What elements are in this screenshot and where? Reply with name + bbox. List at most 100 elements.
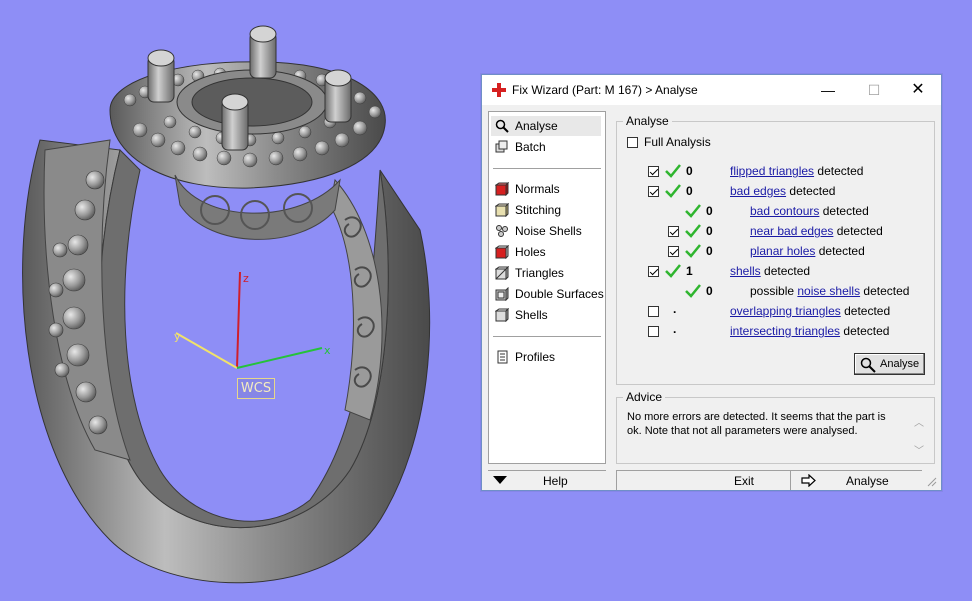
bad-contours-link[interactable]: bad contours [750,204,819,218]
full-analysis-checkbox[interactable] [627,137,638,148]
profiles-icon [497,350,508,364]
intersecting-triangles-checkbox[interactable] [648,326,659,337]
flipped-triangles-count: 0 [686,164,693,178]
nav-item-label: Shells [515,308,548,322]
batch-icon [495,140,508,153]
near-bad-edges-row: near bad edges detected [750,224,883,238]
shells-checkbox[interactable] [648,266,659,277]
nav-item-batch[interactable]: Batch [491,137,601,157]
bad-contours-count: 0 [706,204,713,218]
nav-item-label: Stitching [515,203,562,217]
shells-count: 1 [686,264,693,278]
overlapping-triangles-status: . [673,302,677,316]
green-check-icon [665,184,681,198]
nav-item-double-surfaces[interactable]: Double Surfaces [491,284,604,304]
nav-item-normals[interactable]: Normals [491,179,601,199]
triangles-cube-icon [495,266,509,280]
green-check-icon [685,284,701,298]
exit-button[interactable]: Exit [616,470,790,490]
advice-group-title: Advice [623,390,666,404]
nav-item-label: Holes [515,245,546,259]
flipped-triangles-link[interactable]: flipped triangles [730,164,814,178]
bad-edges-checkbox[interactable] [648,186,659,197]
arrow-right-icon [801,474,816,487]
noise-shells-row: possible noise shells detected [750,284,910,298]
intersecting-triangles-row: intersecting triangles detected [730,324,890,338]
window-title: Fix Wizard (Part: M 167) > Analyse [512,83,698,97]
planar-holes-row: planar holes detected [750,244,865,258]
shells-row: shells detected [730,264,811,278]
analyse-button[interactable]: Analyse [854,353,925,375]
triangle-down-icon [493,476,507,484]
help-button[interactable]: Help [488,470,606,490]
magnifier-icon [495,119,509,133]
nav-item-profiles[interactable]: Profiles [491,347,601,367]
overlapping-triangles-link[interactable]: overlapping triangles [730,304,841,318]
near-bad-edges-count: 0 [706,224,713,238]
green-check-icon [685,204,701,218]
overlapping-triangles-checkbox[interactable] [648,306,659,317]
shells-cube-icon [495,308,509,322]
noise-shells-link[interactable]: noise shells [797,284,860,298]
planar-holes-checkbox[interactable] [668,246,679,257]
scroll-up-icon[interactable]: ︿ [914,414,924,429]
scroll-down-icon[interactable]: ﹀ [914,442,924,457]
maximize-button[interactable]: ☐ [851,75,897,105]
exit-button-label: Exit [734,474,755,488]
flipped-triangles-checkbox[interactable] [648,166,659,177]
flipped-triangles-row: flipped triangles detected [730,164,864,178]
nav-item-stitching[interactable]: Stitching [491,200,601,220]
noise-shells-count: 0 [706,284,713,298]
overlapping-triangles-row: overlapping triangles detected [730,304,891,318]
nav-item-holes[interactable]: Holes [491,242,601,262]
nav-item-label: Profiles [515,350,556,364]
near-bad-edges-checkbox[interactable] [668,226,679,237]
axis-y-label: y [174,330,181,343]
shells-link[interactable]: shells [730,264,761,278]
nav-item-noise-shells[interactable]: Noise Shells [491,221,601,241]
green-check-icon [685,244,701,258]
axis-z-label: z [243,272,249,285]
holes-cube-icon [495,245,509,259]
nav-item-label: Triangles [515,266,564,280]
planar-holes-count: 0 [706,244,713,258]
fix-wizard-nav: Analyse Batch Normals Stitching Noise Sh… [488,111,606,464]
nav-item-analyse[interactable]: Analyse [491,116,601,136]
stitching-cube-icon [495,203,509,217]
help-button-label: Help [543,474,568,488]
red-cross-icon [492,83,506,97]
analyse-group-title: Analyse [623,114,672,128]
3d-viewport[interactable]: z y x WCS [0,0,480,601]
normals-cube-icon [495,182,509,196]
nav-item-label: Normals [515,182,560,196]
title-bar[interactable]: Fix Wizard (Part: M 167) > Analyse — ☐ ✕ [482,75,941,105]
nav-item-triangles[interactable]: Triangles [491,263,601,283]
noise-shells-icon [496,225,508,237]
fix-wizard-dialog: Fix Wizard (Part: M 167) > Analyse — ☐ ✕… [481,74,942,491]
bad-contours-row: bad contours detected [750,204,869,218]
nav-item-label: Analyse [515,119,558,133]
nav-item-label: Noise Shells [515,224,582,238]
intersecting-triangles-status: . [673,322,677,336]
nav-item-label: Batch [515,140,546,154]
nav-item-shells[interactable]: Shells [491,305,601,325]
axis-x-label: x [324,344,331,357]
close-button[interactable]: ✕ [895,75,941,105]
analyse-next-button[interactable]: Analyse [790,470,922,490]
magnifier-icon [860,357,876,373]
ring-model [22,25,431,584]
green-check-icon [665,164,681,178]
green-check-icon [685,224,701,238]
minimize-button[interactable]: — [805,75,851,105]
bad-edges-link[interactable]: bad edges [730,184,786,198]
nav-item-label: Double Surfaces [515,287,604,301]
green-check-icon [665,264,681,278]
double-surfaces-icon [495,287,509,301]
wcs-label: WCS [237,378,275,399]
planar-holes-link[interactable]: planar holes [750,244,815,258]
intersecting-triangles-link[interactable]: intersecting triangles [730,324,840,338]
nav-separator [493,336,601,338]
analyse-group: Analyse Full Analysis 0 flipped triangle… [616,114,935,385]
resize-grip-icon[interactable] [925,475,937,487]
near-bad-edges-link[interactable]: near bad edges [750,224,833,238]
